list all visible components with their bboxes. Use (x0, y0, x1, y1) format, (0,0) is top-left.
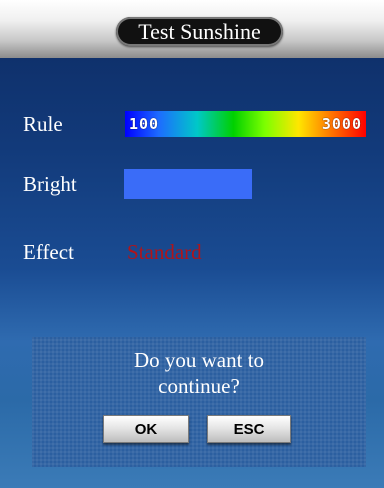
effect-label: Effect (23, 240, 74, 264)
esc-button[interactable]: ESC (207, 415, 291, 443)
rule-max-value: 3000 (321, 115, 362, 133)
bright-label: Bright (23, 172, 77, 196)
dialog-message-line-1: Do you want to (133, 348, 265, 372)
bright-color-swatch (124, 169, 252, 199)
dialog-message: Do you want to continue? (32, 347, 366, 399)
confirm-dialog: Do you want to continue? OK ESC (32, 337, 366, 467)
dialog-message-line-2: continue? (158, 374, 240, 398)
rule-min-value: 100 (129, 115, 160, 133)
screen-title: Test Sunshine (116, 17, 283, 46)
ok-button[interactable]: OK (103, 415, 189, 443)
rule-gradient-bar: 100 3000 (125, 111, 366, 137)
title-bar: Test Sunshine (0, 0, 384, 58)
effect-value: Standard (127, 240, 202, 264)
rule-label: Rule (23, 112, 63, 136)
